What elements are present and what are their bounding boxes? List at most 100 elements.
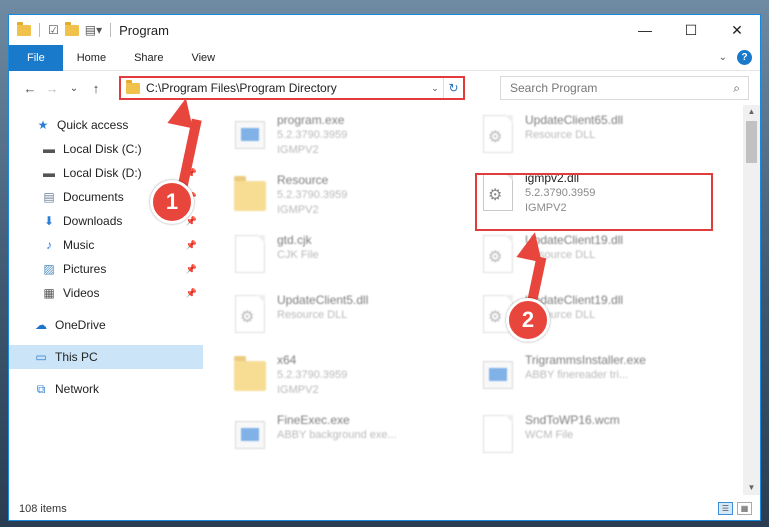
new-folder-icon[interactable] [64,21,79,36]
address-dropdown-icon[interactable]: ⌄ [427,83,443,94]
help-icon[interactable]: ? [737,50,752,65]
file-type: CJK File [277,249,319,261]
scrollbar-thumb[interactable] [746,121,757,163]
recent-locations-button[interactable]: ⌄ [63,83,85,94]
file-item-resource-folder[interactable]: Resource 5.2.3790.3959 IGMPV2 [233,173,463,233]
refresh-button[interactable]: ↻ [443,78,463,98]
file-version: 5.2.3790.3959 [277,129,348,141]
cloud-icon: ☁ [35,318,47,332]
file-item-trigrammsinstaller[interactable]: TrigrammsInstaller.exe ABBY finereader t… [481,353,711,413]
quick-access-toolbar: ☑ ▤▾ [9,21,113,37]
explorer-main: ★ Quick access ▬ Local Disk (C:) 📌 ▬ Loc… [9,105,760,495]
blank-file-icon [233,233,267,275]
ribbon-tabs: File Home Share View ⌄ ? [9,44,760,71]
file-name: UpdateClient65.dll [525,113,624,127]
file-item-x64-folder[interactable]: x64 5.2.3790.3959 IGMPV2 [233,353,463,413]
step-1-badge: 1 [150,180,194,224]
file-name: Resource [277,173,329,187]
large-icons-view-icon[interactable]: ▦ [737,502,752,515]
ribbon-right-controls: ⌄ ? [719,50,752,65]
file-name: gtd.cjk [277,233,312,247]
sidebar-item-label: Network [55,382,100,396]
sidebar-item-label: Music [63,238,95,252]
folder-icon [233,173,267,215]
search-icon[interactable]: ⌕ [733,81,740,96]
address-bar[interactable]: C:\Program Files\Program Directory ⌄ ↻ [119,76,465,100]
pin-icon[interactable]: 📌 [186,264,197,275]
dll-gear-icon: ⚙ [233,293,267,335]
sidebar-item-label: Pictures [63,262,107,276]
exe-icon [233,413,267,455]
file-name: TrigrammsInstaller.exe [525,353,646,367]
tab-home[interactable]: Home [63,45,120,71]
file-list: program.exe 5.2.3790.3959 IGMPV2 ⚙ Updat… [205,105,739,495]
dll-gear-icon: ⚙ [481,113,515,155]
forward-button[interactable]: → [41,81,63,96]
maximize-button[interactable]: ☐ [668,15,714,45]
computer-icon: ▭ [35,350,47,364]
close-button[interactable]: ✕ [714,15,760,45]
sidebar-item-music[interactable]: ♪ Music 📌 [9,233,203,257]
file-name: SndToWP16.wcm [525,413,620,427]
file-item-updateclient19-a[interactable]: ⚙ UpdateClient19.dll Resource DLL [481,233,711,293]
window-controls: — ☐ ✕ [622,15,760,45]
vertical-scrollbar[interactable]: ▲ ▼ [743,105,760,495]
file-item-updateclient65[interactable]: ⚙ UpdateClient65.dll Resource DLL [481,113,711,173]
sidebar-item-label: Local Disk (D:) [63,166,142,180]
back-button[interactable]: ← [19,81,41,96]
scroll-down-icon[interactable]: ▼ [743,481,760,495]
file-item-updateclient5[interactable]: ⚙ UpdateClient5.dll Resource DLL [233,293,463,353]
pin-icon[interactable]: 📌 [186,240,197,251]
folder-icon[interactable] [17,21,31,36]
up-button[interactable]: ↑ [85,81,107,96]
address-path[interactable]: C:\Program Files\Program Directory [146,81,427,95]
sidebar-item-label: Documents [63,190,124,204]
file-type: WCM File [525,429,574,441]
customize-toolbar-icon[interactable]: ▤▾ [85,24,102,36]
scroll-up-icon[interactable]: ▲ [743,105,760,119]
exe-installer-icon [233,113,267,155]
sidebar-item-onedrive[interactable]: ☁ OneDrive [9,313,203,337]
view-toggle: ☰ ▦ [718,502,752,515]
dll-gear-icon: ⚙ [481,233,515,275]
toolbar-divider [39,23,40,37]
toolbar-divider [110,23,112,37]
file-version: 5.2.3790.3959 [277,189,348,201]
download-icon: ⬇ [43,214,55,228]
file-explorer-window: ☑ ▤▾ Program — ☐ ✕ File Home Share View … [8,14,761,521]
sidebar-item-this-pc[interactable]: ▭ This PC [9,345,203,369]
tab-view[interactable]: View [177,45,229,71]
expand-ribbon-icon[interactable]: ⌄ [719,52,727,63]
pin-icon[interactable]: 📌 [186,288,197,299]
music-icon: ♪ [46,238,52,252]
folder-icon [126,79,140,94]
search-box[interactable]: Search Program ⌕ [500,76,749,100]
file-item-sndtowp16[interactable]: SndToWP16.wcm WCM File [481,413,711,473]
file-company: IGMPV2 [277,384,319,396]
blank-file-icon [481,413,515,455]
tab-file[interactable]: File [9,44,63,71]
navigation-bar: ← → ⌄ ↑ C:\Program Files\Program Directo… [9,71,760,105]
details-view-icon[interactable]: ☰ [718,502,733,515]
file-version: 5.2.3790.3959 [277,369,348,381]
file-name: program.exe [277,113,345,127]
folder-icon [233,353,267,395]
properties-icon[interactable]: ☑ [48,24,59,36]
sidebar-item-pictures[interactable]: ▨ Pictures 📌 [9,257,203,281]
file-item-fineexec[interactable]: FineExec.exe ABBY background exe... [233,413,463,473]
file-item-gtd-cjk[interactable]: gtd.cjk CJK File [233,233,463,293]
exe-icon [481,353,515,395]
documents-icon: ▤ [43,190,55,204]
tab-share[interactable]: Share [120,45,177,71]
sidebar-item-network[interactable]: ⧉ Network [9,377,203,401]
file-type: Resource DLL [525,129,596,141]
sidebar-item-label: OneDrive [55,318,106,332]
search-input[interactable]: Search Program [510,81,733,95]
file-item-program-exe[interactable]: program.exe 5.2.3790.3959 IGMPV2 [233,113,463,173]
sidebar-item-videos[interactable]: ▦ Videos 📌 [9,281,203,305]
sidebar-item-local-disk-c[interactable]: ▬ Local Disk (C:) 📌 [9,137,203,161]
pictures-icon: ▨ [43,262,55,276]
minimize-button[interactable]: — [622,15,668,45]
network-icon: ⧉ [36,381,46,396]
item-count: 108 items [19,503,67,515]
